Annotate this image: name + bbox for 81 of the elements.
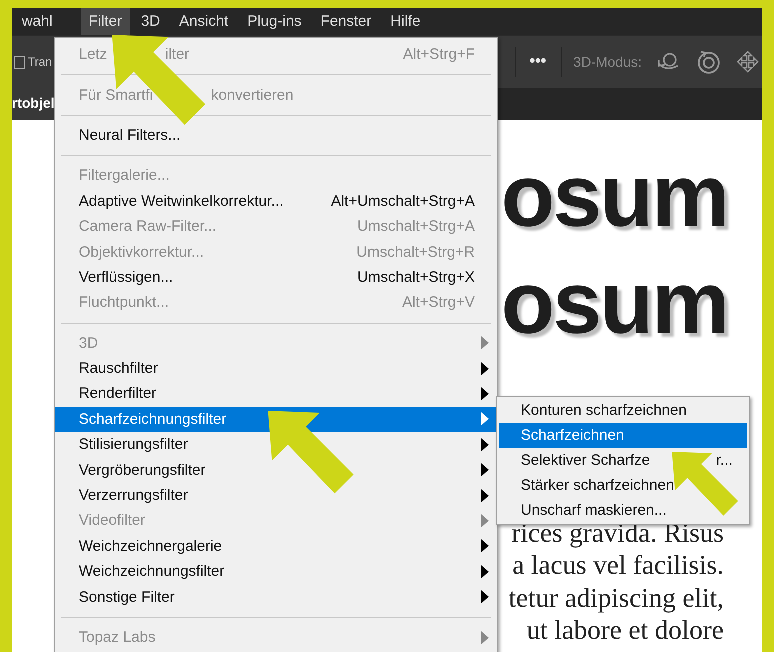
menu-item-label: Rauschfilter xyxy=(79,360,158,378)
menu-item-label: Renderfilter xyxy=(79,385,157,402)
menu-item[interactable]: Selektiver Scharfze r... xyxy=(499,448,747,473)
pointer-arrow xyxy=(672,452,740,517)
menu-item-label: Stärker scharfzeichnen xyxy=(521,476,674,496)
submenu-arrow-icon xyxy=(481,488,489,503)
menu-item-label: Scharfzeichnungsfilter xyxy=(79,410,227,428)
menu-item-label: Sonstige Filter xyxy=(79,588,175,606)
menu-item[interactable]: Verflüssigen... Umschalt+Strg+X xyxy=(55,264,497,290)
checkbox[interactable] xyxy=(14,56,25,68)
menu-item-label: ilter xyxy=(165,46,190,64)
menu-bar-item[interactable]: Fenster xyxy=(312,8,380,35)
roll-icon[interactable] xyxy=(696,49,722,75)
move-icon[interactable] xyxy=(736,50,760,74)
more-button[interactable]: ••• xyxy=(516,53,561,71)
menu-item[interactable]: Vergröberungsfilter xyxy=(55,457,497,483)
menu-item[interactable]: Scharfzeichnen xyxy=(499,423,747,448)
menu-item[interactable]: Rauschfilter xyxy=(55,356,497,382)
menu-item[interactable]: Konturen scharfzeichnen xyxy=(499,398,747,423)
menu-item[interactable]: Neural Filters... xyxy=(55,122,497,148)
submenu-arrow-icon xyxy=(481,564,489,579)
heading-text: osum xyxy=(501,145,728,247)
menu-item-label: konvertieren xyxy=(211,86,294,104)
menu-item[interactable]: Renderfilter xyxy=(55,381,497,407)
menu-item-label: Weichzeichnergalerie xyxy=(79,538,222,555)
shortcut-text: Umschalt+Strg+A xyxy=(357,218,475,236)
menu-item-label: Adaptive Weitwinkelkorrektur... xyxy=(79,192,284,210)
menu-item[interactable]: Verzerrungsfilter xyxy=(55,482,497,508)
submenu-arrow-icon xyxy=(481,362,489,376)
menu-item-label: Vergröberungsfilter xyxy=(79,462,206,479)
menu-item[interactable]: Sonstige Filter xyxy=(55,584,497,610)
menu-bar-item[interactable]: wahl xyxy=(14,8,61,35)
menu-item-label: Verflüssigen... xyxy=(79,268,174,286)
shortcut-text: Alt+Umschalt+Strg+A xyxy=(331,192,475,210)
submenu-arrow-icon xyxy=(481,412,489,426)
submenu-arrow-icon xyxy=(481,386,489,401)
mode-label: 3D-Modus: xyxy=(574,54,642,70)
menu-item-label: Weichzeichnungsfilter xyxy=(79,563,225,580)
menu-item-label: Objektivkorrektur... xyxy=(79,244,204,261)
menu-item-label: Fluchtpunkt... xyxy=(79,294,170,312)
menu-item[interactable]: Scharfzeichnungsfilter xyxy=(55,406,497,432)
menu-bar-item[interactable]: Hilfe xyxy=(382,8,429,35)
submenu-arrow-icon xyxy=(481,514,489,528)
menu-item-label: Topaz Labs xyxy=(79,629,156,646)
menu-item[interactable]: Adaptive Weitwinkelkorrektur... Alt+Umschalt+Strg+A xyxy=(55,188,497,214)
menu-item-label: Neural Filters... xyxy=(79,126,181,144)
paragraph-line: tetur adipiscing elit, xyxy=(508,582,724,614)
menu-item[interactable]: Stilisierungsfilter xyxy=(55,432,497,458)
menu-bar-item[interactable]: Filter xyxy=(80,8,130,35)
menu-item-label: Selektiver Scharfze xyxy=(521,451,650,471)
menu-item-label: Verzerrungsfilter xyxy=(79,487,188,504)
menu-item-label: Für Smartfi xyxy=(79,86,154,104)
menu-item-label: Konturen scharfzeichnen xyxy=(521,401,687,421)
menu-item-label: Stilisierungsfilter xyxy=(79,436,188,454)
paragraph-line: ut labore et dolore xyxy=(526,614,724,647)
menu-item[interactable]: Weichzeichnungsfilter xyxy=(55,559,497,584)
menu-item[interactable]: Stärker scharfzeichnen xyxy=(499,473,747,498)
shortcut-text: Alt+Strg+F xyxy=(403,46,475,64)
heading-text: osum xyxy=(501,252,728,354)
checkbox-label: Tran xyxy=(28,55,52,69)
menu-bar-item[interactable]: Ansicht xyxy=(171,8,237,35)
shortcut-text: Alt+Strg+V xyxy=(402,294,475,312)
submenu-arrow-icon xyxy=(481,336,489,350)
shortcut-text: Umschalt+Strg+R xyxy=(356,244,475,261)
submenu-arrow-icon xyxy=(481,630,489,644)
menu-item-label: Letz xyxy=(79,46,108,64)
menu-item[interactable]: Weichzeichnergalerie xyxy=(55,534,497,560)
menu-item-label: 3D xyxy=(79,334,98,352)
menu-item-label: r... xyxy=(716,451,733,471)
submenu-arrow-icon xyxy=(481,590,489,604)
paragraph-line: a lacus vel facilisis. xyxy=(512,549,724,582)
submenu-arrow-icon xyxy=(481,463,489,478)
shortcut-text: Umschalt+Strg+X xyxy=(357,268,475,286)
submenu-arrow-icon xyxy=(481,438,489,452)
submenu-arrow-icon xyxy=(481,539,489,554)
menu-item-label: Videofilter xyxy=(79,512,146,530)
menu-item-label: Filtergalerie... xyxy=(79,167,170,184)
menu-item-label: Camera Raw-Filter... xyxy=(79,218,217,236)
menu-bar-item[interactable]: 3D xyxy=(133,8,168,35)
menu-item-label: Scharfzeichnen xyxy=(521,426,624,446)
menu-bar-item[interactable]: Plug-ins xyxy=(240,8,310,35)
